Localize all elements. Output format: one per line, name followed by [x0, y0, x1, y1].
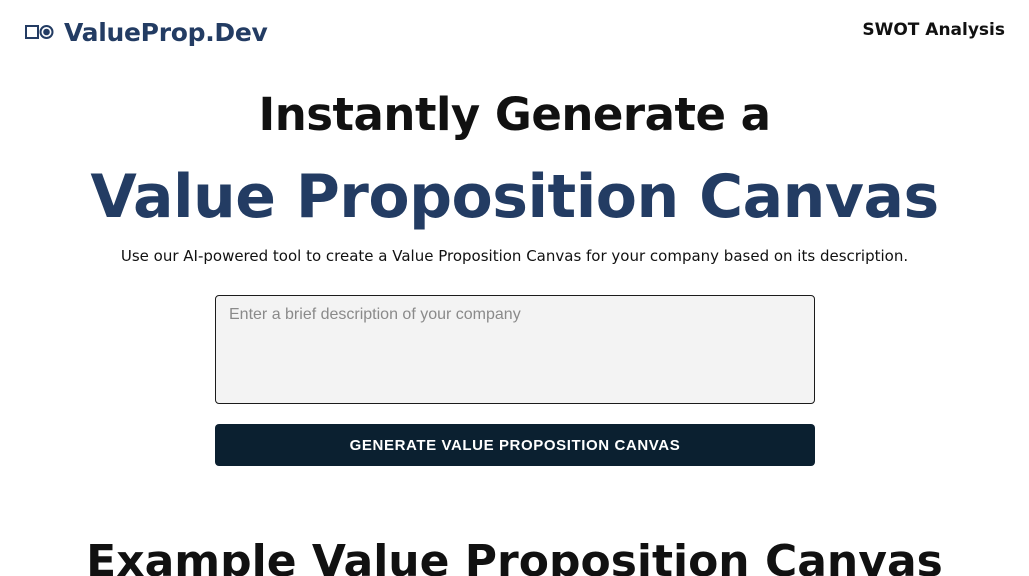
hero-subtitle: Use our AI-powered tool to create a Valu… [120, 247, 909, 265]
example-section-heading: Example Value Proposition Canvas [86, 536, 943, 576]
hero-title-line2: Value Proposition Canvas [90, 162, 939, 232]
company-description-input[interactable] [215, 295, 815, 404]
square-and-circle-icon [25, 24, 54, 40]
brand-name: ValueProp.Dev [64, 17, 268, 47]
nav-link-swot-analysis[interactable]: SWOT Analysis [862, 20, 1005, 40]
brand-logo-link[interactable]: ValueProp.Dev [25, 14, 268, 50]
hero-title-line1: Instantly Generate a [258, 88, 771, 141]
generate-canvas-button[interactable]: GENERATE VALUE PROPOSITION CANVAS [215, 424, 815, 466]
navbar: ValueProp.Dev SWOT Analysis [0, 0, 1029, 64]
